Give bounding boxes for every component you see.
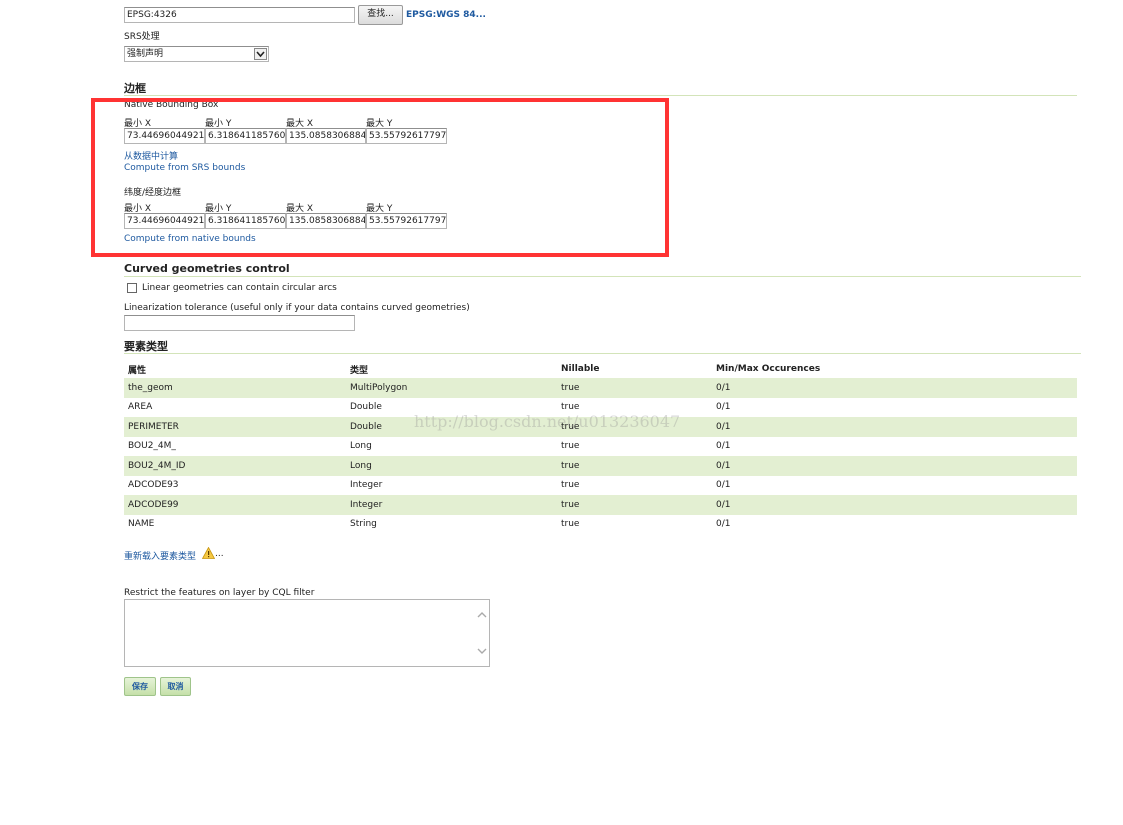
nillable-cell: true	[557, 456, 712, 476]
srs-handling-value: 强制声明	[127, 49, 164, 59]
textarea-scrollbar[interactable]	[475, 600, 489, 666]
occurrences-cell: 0/1	[716, 441, 731, 452]
feature-attributes-table: 属性 类型 Nillable Min/Max Occurences the_ge…	[124, 360, 1077, 534]
curved-section-title: Curved geometries control	[124, 262, 290, 275]
cql-filter-textarea[interactable]	[124, 599, 490, 667]
feature-type-section-title: 要素类型	[124, 340, 168, 353]
bounds-section-title: 边框	[124, 82, 146, 95]
attribute-type-cell: Integer	[346, 495, 557, 515]
linearization-tolerance-input[interactable]	[124, 315, 355, 331]
warning-icon	[201, 546, 216, 559]
column-header-nillable: Nillable	[561, 364, 600, 374]
save-button[interactable]: 保存	[124, 677, 156, 696]
attribute-name-cell: AREA	[128, 402, 153, 413]
cql-filter-value	[125, 600, 489, 604]
reload-feature-type-link[interactable]: 重新载入要素类型	[124, 549, 196, 562]
table-row: NAME String true 0/1	[124, 515, 1077, 535]
attribute-type-cell: Long	[350, 441, 372, 452]
table-row: BOU2_4M_ Long true 0/1	[124, 437, 1077, 457]
table-row: ADCODE93 Integer true 0/1	[124, 476, 1077, 496]
nillable-cell: true	[561, 441, 580, 452]
table-row: PERIMETER Double true 0/1	[124, 417, 1077, 437]
linearization-tolerance-label: Linearization tolerance (useful only if …	[124, 303, 470, 313]
bounds-section-rule	[124, 95, 1077, 96]
srs-handling-select[interactable]: 强制声明	[124, 46, 269, 62]
attribute-type-cell: MultiPolygon	[346, 378, 557, 398]
table-row: AREA Double true 0/1	[124, 398, 1077, 418]
feature-type-section-rule	[124, 353, 1081, 354]
column-header-attribute: 属性	[128, 365, 147, 376]
cql-filter-label: Restrict the features on layer by CQL fi…	[124, 588, 315, 598]
declared-srs-input[interactable]: EPSG:4326	[124, 7, 355, 23]
highlight-annotation-box	[91, 98, 669, 257]
attribute-type-cell: Long	[346, 456, 557, 476]
chevron-down-icon[interactable]	[254, 48, 267, 60]
srs-handling-label: SRS处理	[124, 32, 160, 42]
nillable-cell: true	[561, 480, 580, 491]
attribute-name-cell: PERIMETER	[124, 417, 346, 437]
attribute-name-cell: BOU2_4M_	[128, 441, 176, 452]
nillable-cell: true	[561, 519, 580, 530]
scroll-up-icon	[477, 612, 487, 618]
circular-arcs-checkbox[interactable]	[127, 283, 137, 293]
scroll-down-icon	[477, 648, 487, 654]
table-header-row: 属性 类型 Nillable Min/Max Occurences	[124, 360, 1077, 378]
occurrences-cell: 0/1	[712, 378, 1077, 398]
srs-wgs84-link[interactable]: EPSG:WGS 84...	[406, 10, 486, 20]
attribute-type-cell: Double	[346, 417, 557, 437]
table-row: BOU2_4M_ID Long true 0/1	[124, 456, 1077, 476]
attribute-name-cell: the_geom	[124, 378, 346, 398]
attribute-type-cell: String	[350, 519, 377, 530]
nillable-cell: true	[557, 417, 712, 437]
nillable-cell: true	[557, 495, 712, 515]
nillable-cell: true	[561, 402, 580, 413]
table-row: ADCODE99 Integer true 0/1	[124, 495, 1077, 515]
occurrences-cell: 0/1	[716, 402, 731, 413]
attribute-name-cell: NAME	[128, 519, 155, 530]
column-header-type: 类型	[350, 365, 369, 376]
attribute-name-cell: ADCODE99	[124, 495, 346, 515]
nillable-cell: true	[557, 378, 712, 398]
occurrences-cell: 0/1	[712, 456, 1077, 476]
attribute-name-cell: ADCODE93	[128, 480, 179, 491]
occurrences-cell: 0/1	[716, 480, 731, 491]
occurrences-cell: 0/1	[716, 519, 731, 530]
attribute-type-cell: Double	[350, 402, 382, 413]
cancel-button[interactable]: 取消	[160, 677, 191, 696]
occurrences-cell: 0/1	[712, 495, 1077, 515]
circular-arcs-label: Linear geometries can contain circular a…	[142, 283, 337, 293]
attribute-type-cell: Integer	[350, 480, 383, 491]
occurrences-cell: 0/1	[712, 417, 1077, 437]
find-srs-button[interactable]: 查找...	[358, 5, 403, 25]
column-header-min-max: Min/Max Occurences	[716, 364, 821, 374]
reload-ellipsis: ...	[215, 549, 224, 559]
attribute-name-cell: BOU2_4M_ID	[124, 456, 346, 476]
table-row: the_geom MultiPolygon true 0/1	[124, 378, 1077, 398]
curved-section-rule	[124, 276, 1081, 277]
